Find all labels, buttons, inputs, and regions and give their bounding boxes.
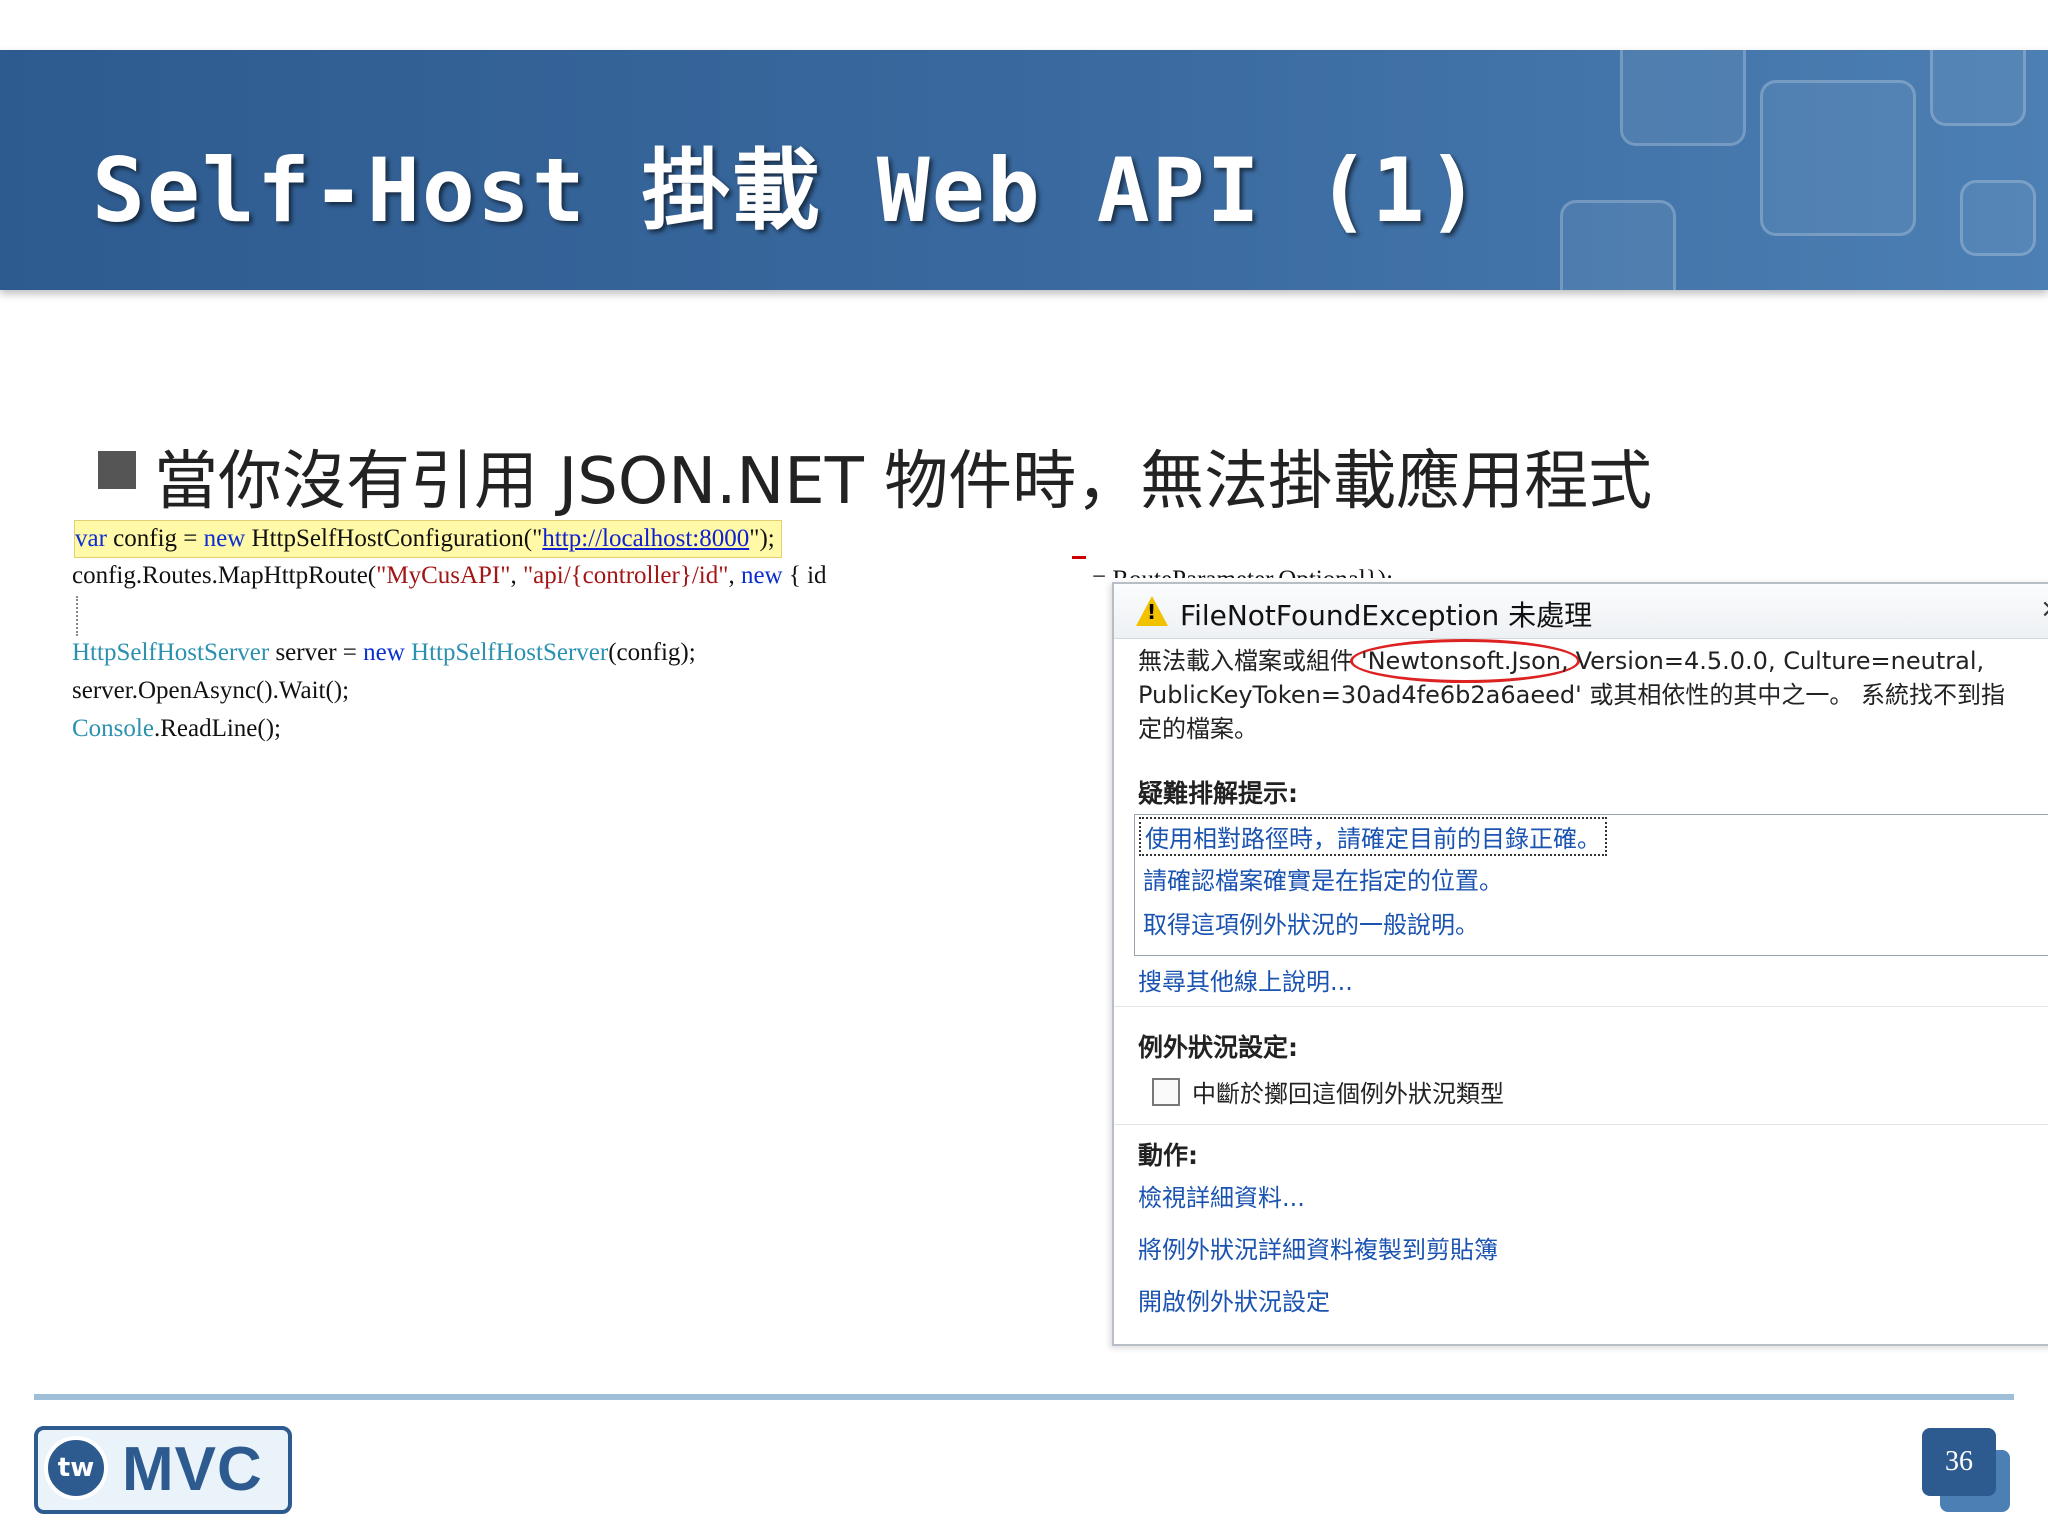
error-squiggle bbox=[1072, 556, 1086, 563]
title-banner: Self-Host 掛載 Web API (1) bbox=[0, 50, 2048, 290]
code-overflow-text: = RouteParameter.Optional}); bbox=[1092, 562, 1393, 578]
code-line-5: Console.ReadLine(); bbox=[72, 711, 281, 747]
divider bbox=[1114, 1124, 2048, 1125]
logo-badge: tw bbox=[44, 1436, 108, 1500]
open-exception-settings-link[interactable]: 開啟例外狀況設定 bbox=[1138, 1282, 1330, 1317]
code-line-1: var config = new HttpSelfHostConfigurati… bbox=[74, 520, 782, 558]
keyword: new bbox=[740, 562, 783, 589]
logo-text: MVC bbox=[122, 1435, 263, 1504]
code-line-3: HttpSelfHostServer server = new HttpSelf… bbox=[72, 635, 696, 671]
code-line-2: config.Routes.MapHttpRoute("MyCusAPI", "… bbox=[72, 558, 827, 594]
code-text: HttpSelfHostConfiguration(" bbox=[245, 525, 543, 552]
code-text: , bbox=[728, 562, 741, 589]
break-on-exception-checkbox[interactable] bbox=[1152, 1078, 1180, 1106]
bullet-text: 當你沒有引用 JSON.NET 物件時，無法掛載應用程式 bbox=[154, 445, 1653, 519]
code-text: server = bbox=[269, 639, 364, 666]
code-url-link[interactable]: http://localhost:8000 bbox=[542, 525, 749, 552]
tip-link[interactable]: 請確認檔案確實是在指定的位置。 bbox=[1143, 861, 1503, 896]
message-text: 無法載入檔案或組件 bbox=[1138, 647, 1354, 675]
troubleshooting-tips-list: 使用相對路徑時，請確定目前的目錄正確。 請確認檔案確實是在指定的位置。 取得這項… bbox=[1134, 814, 2048, 956]
close-icon[interactable]: × bbox=[2040, 594, 2048, 624]
decor-square bbox=[1760, 80, 1916, 236]
search-online-help-link[interactable]: 搜尋其他線上說明... bbox=[1138, 962, 1353, 997]
tip-link[interactable]: 使用相對路徑時，請確定目前的目錄正確。 bbox=[1139, 817, 1607, 856]
page-number: 36 bbox=[1922, 1428, 1996, 1496]
code-line-4: server.OpenAsync().Wait(); bbox=[72, 677, 350, 704]
keyword: new bbox=[203, 525, 246, 552]
checkbox-label: 中斷於擲回這個例外狀況類型 bbox=[1192, 1080, 1504, 1108]
code-text: config = bbox=[106, 525, 204, 552]
decor-square bbox=[1560, 200, 1676, 290]
slide-title: Self-Host 掛載 Web API (1) bbox=[92, 139, 1482, 242]
exception-message: 無法載入檔案或組件 'Newtonsoft.Json, Version=4.5.0.… bbox=[1138, 639, 2048, 746]
type-name: HttpSelfHostServer bbox=[404, 639, 609, 666]
code-text: (config); bbox=[608, 639, 696, 666]
code-text: config.Routes.MapHttpRoute( bbox=[72, 562, 377, 589]
code-text: .ReadLine(); bbox=[153, 715, 281, 742]
decor-square bbox=[1620, 50, 1746, 146]
code-text: { id bbox=[782, 562, 827, 589]
decor-square bbox=[1960, 180, 2036, 256]
bullet-square-icon bbox=[98, 451, 136, 489]
footer-divider bbox=[34, 1394, 2014, 1400]
warning-icon: ! bbox=[1136, 596, 1168, 626]
type-name: HttpSelfHostServer bbox=[72, 639, 270, 666]
code-text: "); bbox=[749, 525, 775, 552]
copy-details-link[interactable]: 將例外狀況詳細資料複製到剪貼簿 bbox=[1138, 1230, 1498, 1265]
exception-settings-heading: 例外狀況設定: bbox=[1138, 1033, 1298, 1062]
dialog-title: FileNotFoundException 未處理 bbox=[1180, 599, 1593, 632]
bullet-point: 當你沒有引用 JSON.NET 物件時，無法掛載應用程式 bbox=[98, 430, 1652, 519]
troubleshooting-heading: 疑難排解提示: bbox=[1138, 779, 1298, 808]
actions-heading: 動作: bbox=[1138, 1141, 1198, 1170]
type-name: Console bbox=[72, 715, 154, 742]
indent-guide bbox=[76, 596, 78, 636]
view-details-link[interactable]: 檢視詳細資料... bbox=[1138, 1178, 1305, 1213]
message-line-1: 無法載入檔案或組件 'Newtonsoft.Json, Version=4.5.0.… bbox=[1138, 639, 2048, 683]
decor-square bbox=[1930, 50, 2026, 126]
string-literal: "MyCusAPI" bbox=[376, 562, 511, 589]
twmvc-logo: tw MVC bbox=[34, 1426, 292, 1514]
keyword: new bbox=[363, 639, 405, 666]
tip-link[interactable]: 取得這項例外狀況的一般說明。 bbox=[1143, 905, 1479, 940]
message-text: Version=4.5.0.0, Culture=neutral, bbox=[1575, 647, 1985, 675]
exception-dialog: ! FileNotFoundException 未處理 × 無法載入檔案或組件'… bbox=[1112, 582, 2048, 1346]
divider bbox=[1114, 1006, 2048, 1007]
dialog-header: ! FileNotFoundException 未處理 × bbox=[1114, 584, 2048, 639]
highlight-circle: 'Newtonsoft.Json, bbox=[1350, 639, 1580, 683]
message-line-3: 定的檔案。 bbox=[1138, 715, 1258, 743]
code-text: , bbox=[510, 562, 523, 589]
message-line-2: PublicKeyToken=30ad4fe6b2a6aeed' 或其相依性的其… bbox=[1138, 681, 2005, 709]
string-literal: "api/{controller}/id" bbox=[522, 562, 729, 589]
keyword: var bbox=[75, 525, 107, 552]
